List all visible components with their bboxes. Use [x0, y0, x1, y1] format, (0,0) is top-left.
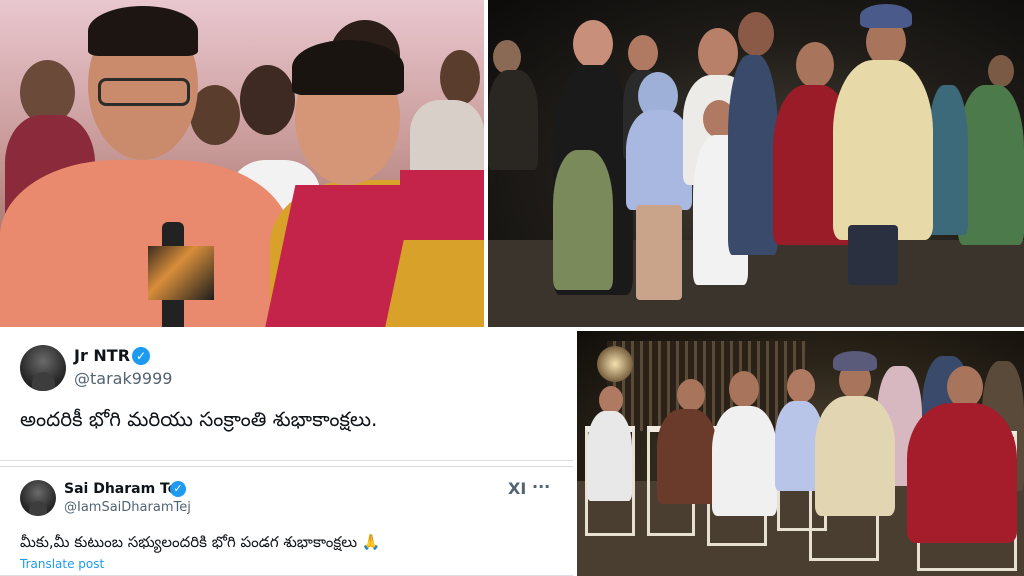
man-trousers [848, 225, 898, 285]
tweet-sai-dharam-tej[interactable]: Sai Dharam Tej ✓ @IamSaiDharamTej XI ···… [0, 466, 573, 576]
bg-person [488, 70, 538, 170]
woman-red-seated-head [947, 366, 983, 408]
teen-seated [712, 406, 777, 516]
tweet-author-name[interactable]: Jr NTR [74, 346, 130, 365]
blue-hat [833, 351, 877, 371]
man-hair [88, 6, 198, 56]
tweet-text: మీకు,మీ కుటుంబ సభ్యులందరికి భోగి పండగ శు… [20, 533, 381, 551]
photo-interview [0, 0, 484, 327]
man-beard [728, 55, 778, 255]
woman-black-dress-head [573, 20, 613, 68]
more-options-icon[interactable]: ··· [532, 477, 550, 496]
crowd-person [240, 65, 295, 135]
boy-legs [636, 205, 682, 300]
woman-seated-head [677, 379, 705, 411]
boy-seated-head [787, 369, 815, 403]
bg-person [928, 85, 968, 235]
saree-drape [400, 170, 484, 240]
woman-hair [292, 40, 404, 95]
man-saffron-kurta [0, 160, 290, 327]
glasses [98, 78, 190, 106]
crowd-person [410, 100, 484, 180]
man-shawl-seated [815, 396, 895, 516]
photo-family-seated [577, 331, 1024, 576]
grok-icon[interactable]: XI [508, 479, 526, 498]
avatar[interactable] [20, 480, 56, 516]
light-glow [597, 346, 633, 382]
child [587, 411, 632, 501]
bg-person [988, 55, 1014, 87]
bg-person [493, 40, 521, 74]
woman-red-head [796, 42, 834, 88]
cream-shawl [833, 60, 933, 240]
blue-hat [860, 4, 912, 28]
tweet-author-handle[interactable]: @tarak9999 [74, 369, 172, 388]
photo-family-group [488, 0, 1024, 327]
verified-badge-icon: ✓ [132, 347, 150, 365]
woman-seated [657, 409, 717, 504]
mic-cube [148, 246, 214, 300]
floral-skirt [553, 150, 613, 290]
woman-red-seated [907, 403, 1017, 543]
girl-head [628, 35, 658, 71]
tweet-text: అందరికీ భోగి మరియు సంక్రాంతి శుభాకాంక్షల… [20, 407, 378, 431]
child-head [599, 386, 623, 414]
translate-post-link[interactable]: Translate post [20, 557, 104, 571]
verified-badge-icon: ✓ [170, 481, 186, 497]
crowd-person [440, 50, 480, 105]
tweet-jr-ntr[interactable]: Jr NTR ✓ @tarak9999 అందరికీ భోగి మరియు స… [0, 331, 573, 461]
teen-head [698, 28, 738, 78]
man-beard-head [738, 12, 774, 56]
tweet-author-handle[interactable]: @IamSaiDharamTej [64, 500, 191, 515]
avatar[interactable] [20, 345, 66, 391]
tweet-author-name[interactable]: Sai Dharam Tej [64, 481, 182, 497]
teen-seated-head [729, 371, 759, 407]
